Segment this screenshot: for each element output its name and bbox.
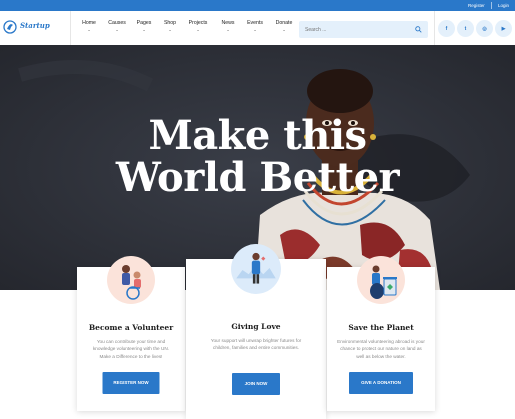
hero-heading-line-2: World Better <box>115 154 400 201</box>
nav-events[interactable]: Events ⌄ <box>244 20 266 38</box>
header-divider <box>70 11 71 45</box>
instagram-icon[interactable]: ◎ <box>476 20 493 37</box>
youtube-icon[interactable]: ▶ <box>495 20 512 37</box>
header-divider <box>434 11 435 45</box>
twitter-icon[interactable]: t <box>457 20 474 37</box>
page: Register Login Startup Home ⌄ Causes ⌄ P… <box>0 0 515 419</box>
logo-icon <box>3 20 17 34</box>
nav-causes[interactable]: Causes ⌄ <box>106 20 128 38</box>
save-planet-card: Save the Planet Environmental volunteeri… <box>327 256 435 411</box>
logo-text: Startup <box>20 21 50 30</box>
save-planet-illustration <box>357 256 405 304</box>
giving-love-card: Giving Love Your support will unwrap bri… <box>186 244 326 419</box>
login-link[interactable]: Login <box>498 1 509 10</box>
register-now-button[interactable]: Register Now <box>102 372 160 394</box>
card-title: Become a Volunteer <box>88 323 174 332</box>
top-bar-divider <box>491 2 492 9</box>
nav-label: Causes <box>108 20 126 26</box>
chevron-down-icon: ⌄ <box>226 27 230 32</box>
nav-label: Events <box>247 20 263 26</box>
nav-label: Pages <box>136 20 152 26</box>
chevron-down-icon: ⌄ <box>282 27 286 32</box>
hero-heading: Make this World Better <box>0 115 515 199</box>
card-text: Environmental volunteering abroad is you… <box>337 339 425 359</box>
nav-label: News <box>221 20 235 26</box>
facebook-icon[interactable]: f <box>438 20 455 37</box>
nav-label: Shop <box>163 20 177 26</box>
hero-heading-line-1: Make this <box>148 112 367 159</box>
search-input[interactable] <box>305 24 410 35</box>
register-link[interactable]: Register <box>468 1 485 10</box>
nav-news[interactable]: News ⌄ <box>218 20 238 38</box>
chevron-down-icon: ⌄ <box>142 27 146 32</box>
nav-donate[interactable]: Donate ⌄ <box>273 20 295 38</box>
search-icon[interactable] <box>415 26 422 33</box>
card-title: Save the Planet <box>348 323 414 332</box>
volunteer-illustration <box>107 256 155 304</box>
nav-label: Home <box>82 20 96 26</box>
chevron-down-icon: ⌄ <box>196 27 200 32</box>
join-now-button[interactable]: Join Now <box>232 373 280 395</box>
nav-shop[interactable]: Shop ⌄ <box>160 20 180 38</box>
top-bar: Register Login <box>0 0 515 11</box>
card-title: Giving Love <box>231 322 281 331</box>
chevron-down-icon: ⌄ <box>168 27 172 32</box>
chevron-down-icon: ⌄ <box>253 27 257 32</box>
card-text: Your support will unwrap brighter future… <box>210 338 302 351</box>
logo[interactable]: Startup <box>3 18 63 38</box>
giving-love-illustration <box>231 244 281 294</box>
volunteer-card: Become a Volunteer You can contribute yo… <box>77 256 185 411</box>
nav-projects[interactable]: Projects ⌄ <box>186 20 210 38</box>
card-text: You can contribute your time and knowled… <box>92 339 170 359</box>
site-header: Startup Home ⌄ Causes ⌄ Pages ⌄ Shop ⌄ P… <box>0 11 515 45</box>
nav-label: Projects <box>188 20 208 26</box>
nav-pages[interactable]: Pages ⌄ <box>134 20 154 38</box>
chevron-down-icon: ⌄ <box>87 27 91 32</box>
search-box <box>299 21 428 38</box>
nav-label: Donate <box>275 20 293 26</box>
chevron-down-icon: ⌄ <box>115 27 119 32</box>
nav-home[interactable]: Home ⌄ <box>78 20 100 38</box>
give-donation-button[interactable]: Give a Donation <box>349 372 413 394</box>
